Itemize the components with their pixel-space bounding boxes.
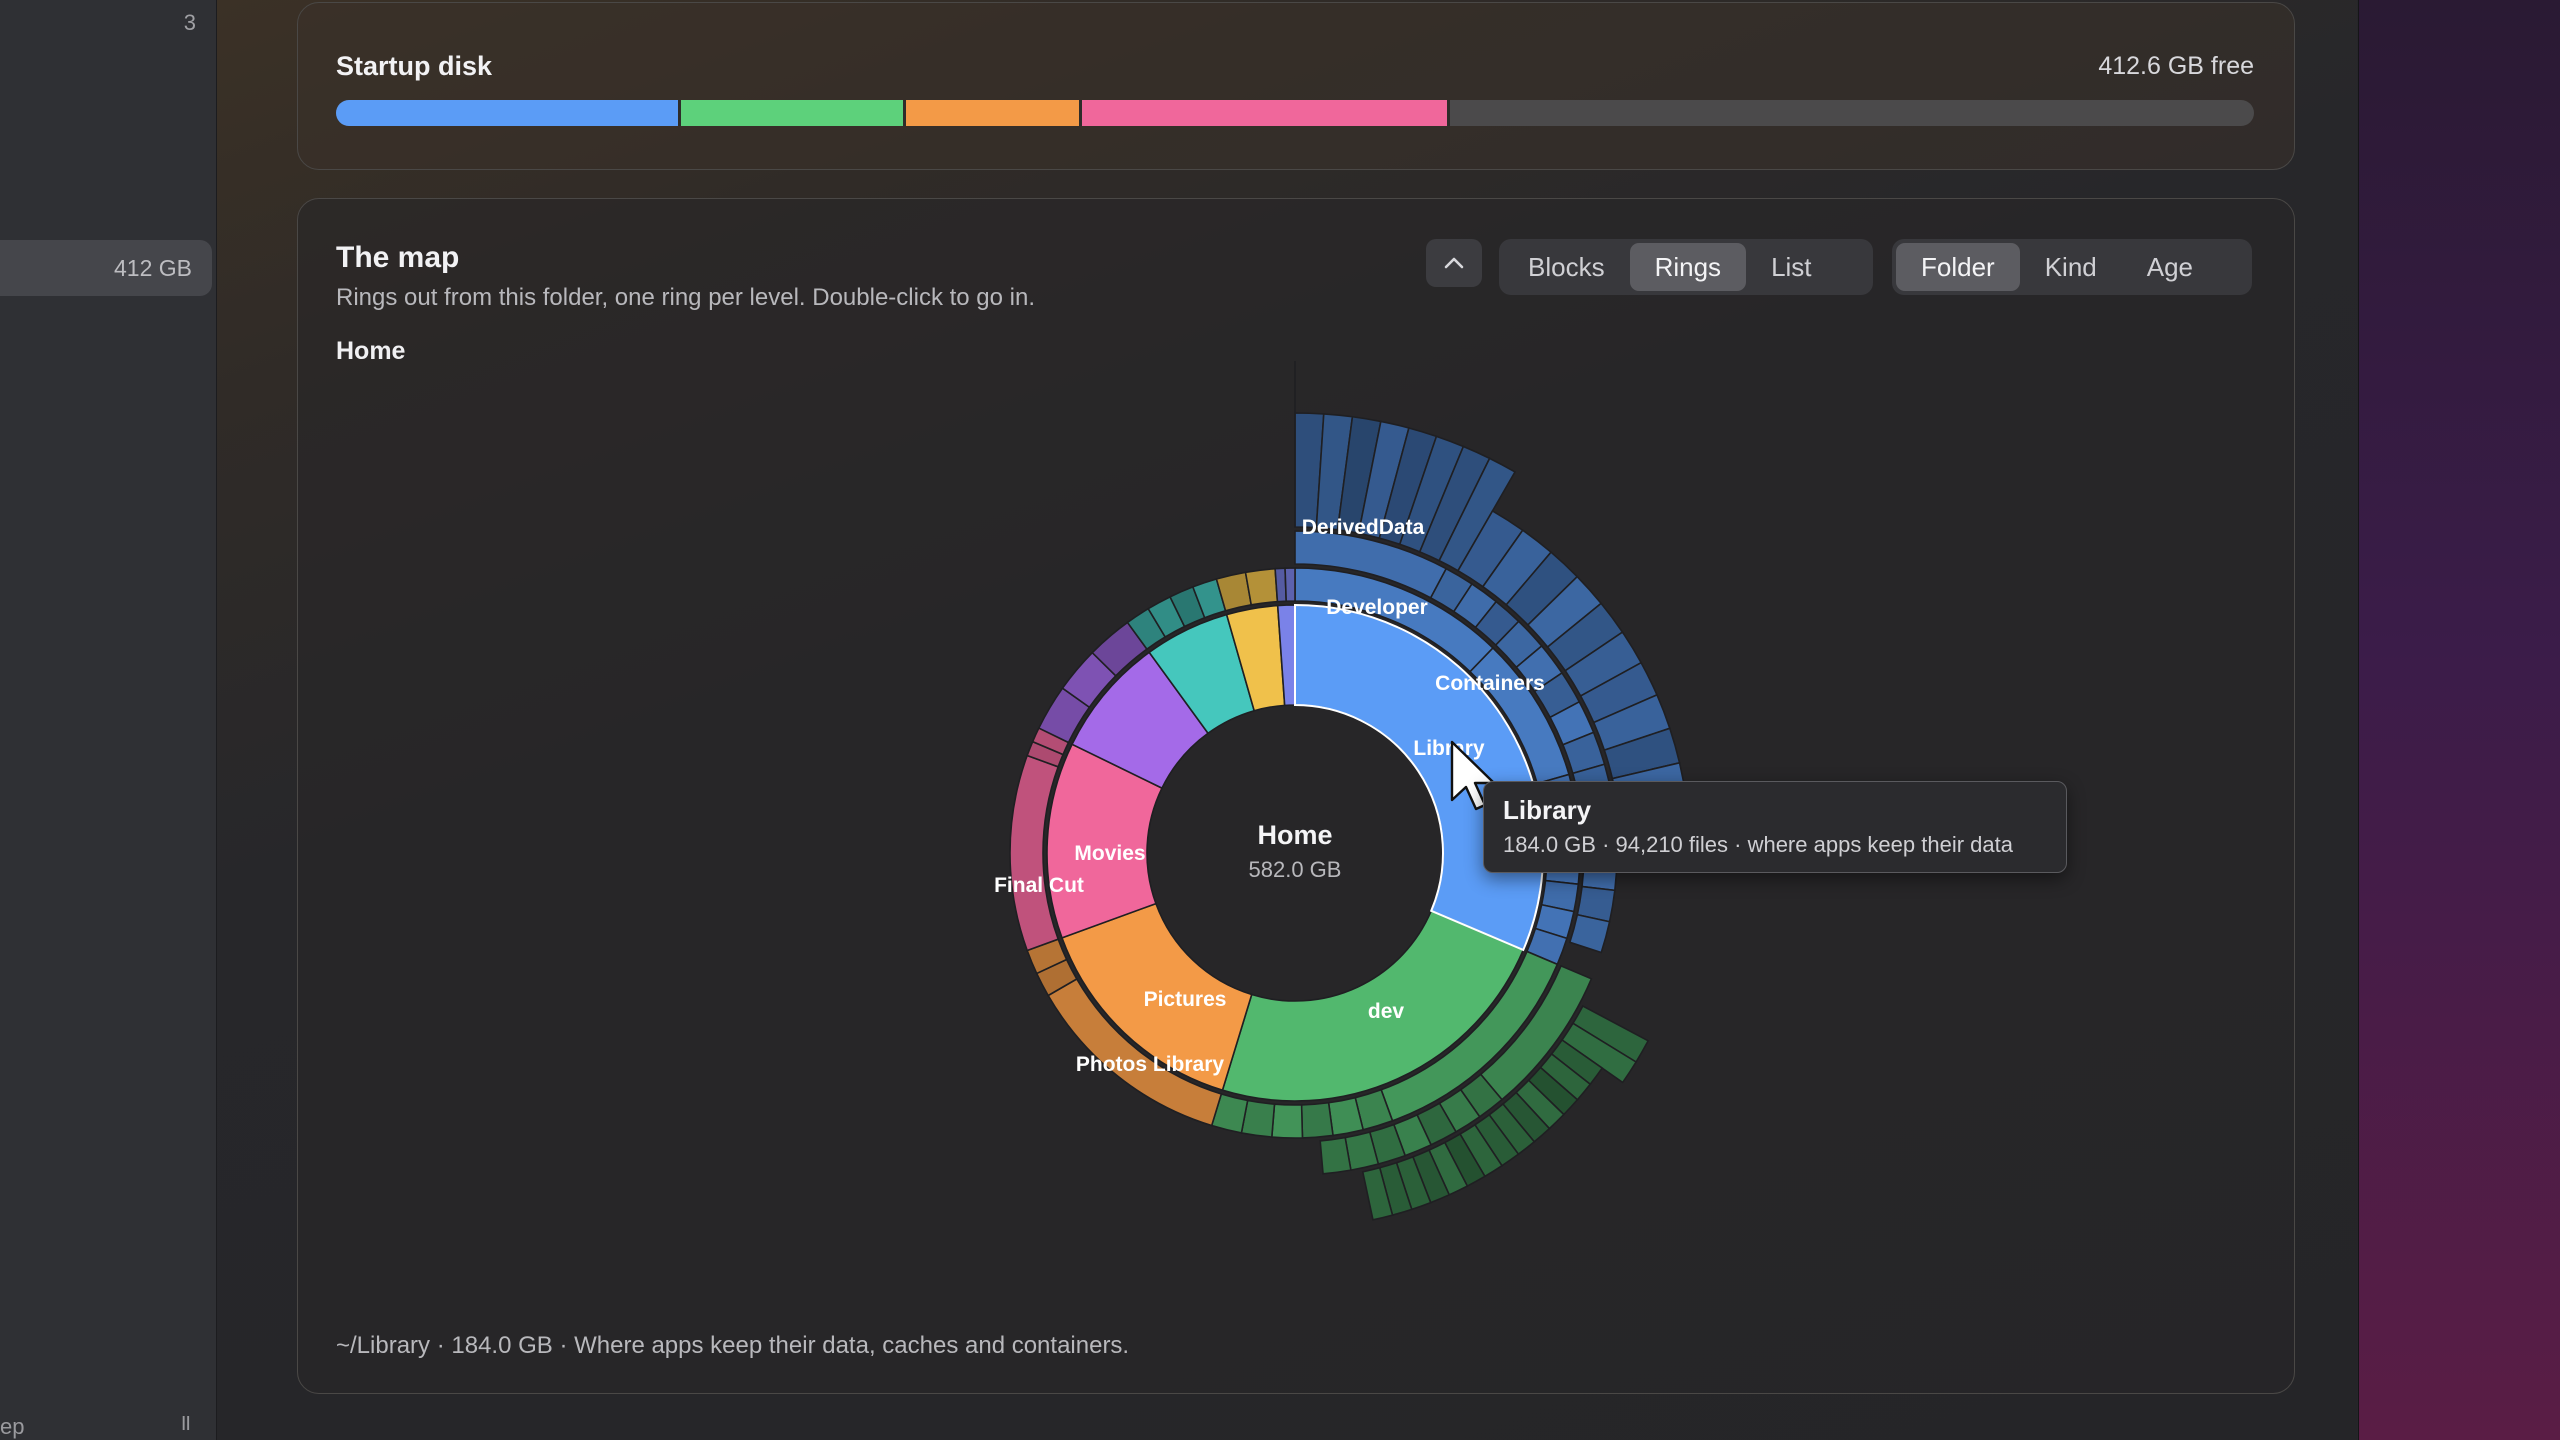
sunburst-label-developer: Developer (1326, 596, 1428, 619)
sunburst-label-deriveddata: DerivedData (1302, 516, 1425, 539)
sunburst-label-final-cut: Final Cut (994, 874, 1084, 897)
sunburst-center-size: 582.0 GB (1249, 857, 1342, 882)
tooltip-title: Library (1503, 795, 1592, 825)
sunburst-segment-dev-child[interactable] (1319, 1136, 1352, 1175)
sunburst-label-pictures: Pictures (1144, 988, 1227, 1011)
sunburst-center-title: Home (1257, 820, 1332, 850)
sunburst-chart: Library Containers Developer DerivedData dev… (994, 361, 1688, 1221)
sunburst-segment-library[interactable] (1294, 604, 1544, 951)
sunburst-segment-dev-child[interactable] (1270, 1103, 1304, 1139)
sunburst-segment-gold-child[interactable] (1244, 567, 1279, 606)
tooltip: Library 184.0 GB · 94,210 files · where … (1483, 781, 2067, 873)
sunburst-label-containers: Containers (1435, 672, 1545, 695)
sunburst-label-library: Library (1413, 737, 1485, 760)
sunburst-segment-library-child[interactable] (1568, 913, 1611, 954)
sunburst-segment-dev-child[interactable] (1300, 1101, 1334, 1139)
tooltip-detail: 184.0 GB · 94,210 files · where apps kee… (1503, 832, 2013, 857)
sunburst-segment-indigo-child[interactable] (1284, 567, 1296, 602)
sunburst-label-dev: dev (1368, 1000, 1405, 1023)
sunburst-label-photos-library: Photos Library (1076, 1053, 1225, 1076)
sunburst-label-movies: Movies (1074, 842, 1145, 865)
